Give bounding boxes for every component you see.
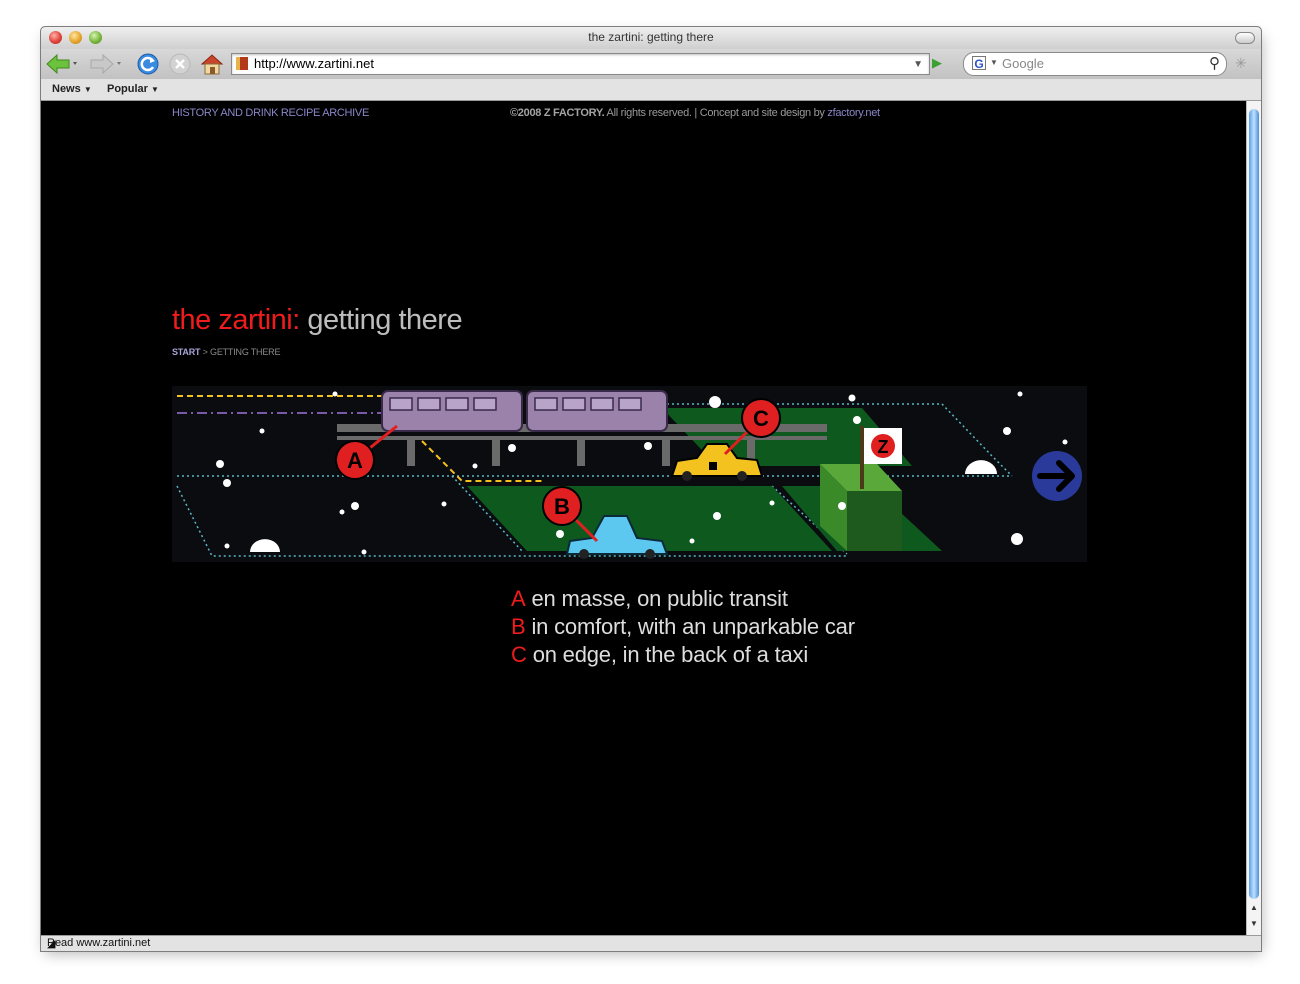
legend: Aen masse, on public transit Bin comfort… [511,585,855,669]
breadcrumb-current: GETTING THERE [210,347,281,357]
reload-icon [137,53,159,75]
legend-text-a[interactable]: en masse, on public transit [531,586,787,611]
transit-illustration: Z A B C [172,386,1087,562]
scroll-up-icon[interactable]: ▲ [1250,903,1258,912]
next-arrow-icon[interactable] [1032,451,1082,501]
legend-text-c[interactable]: on edge, in the back of a taxi [533,642,809,667]
url-text[interactable]: http://www.zartini.net [254,56,374,71]
bookmark-popular[interactable]: Popular ▼ [107,83,159,95]
zfactory-link[interactable]: zfactory.net [827,107,880,119]
bookmark-news[interactable]: News ▼ [52,83,92,95]
status-bar: Read www.zartini.net ◢ [41,935,1261,951]
reload-button[interactable] [136,52,160,76]
marker-a-label: A [347,448,363,473]
url-history-dropdown-icon[interactable]: ▼ [913,59,923,70]
site-favicon-icon [236,57,248,70]
breadcrumb: START > GETTING THERE [172,347,280,357]
legend-item-a: Aen masse, on public transit [511,585,855,613]
breadcrumb-separator: > [200,347,211,357]
legend-key-c: C [511,642,527,667]
stop-button[interactable] [168,52,192,76]
scrollbar-thumb[interactable] [1249,109,1259,899]
archive-link[interactable]: HISTORY AND DRINK RECIPE ARCHIVE [172,107,369,119]
copyright-brand: ©2008 Z FACTORY. [510,107,605,119]
home-icon [200,54,224,75]
marker-b-label: B [554,494,570,519]
scroll-down-icon[interactable]: ▼ [1250,919,1258,928]
search-magnifier-icon[interactable]: ⚲ [1209,54,1220,72]
home-button[interactable] [199,52,225,76]
back-arrow-icon [46,53,77,75]
legend-text-b[interactable]: in comfort, with an unparkable car [531,614,855,639]
search-input[interactable]: Google [1002,56,1044,71]
flag-pole [860,426,864,489]
z-logo-letter: Z [878,437,889,457]
copyright-text: ©2008 Z FACTORY. All rights reserved. | … [510,107,880,119]
bookmarks-bar: News ▼ Popular ▼ [41,79,1261,101]
activity-spinner-icon: ✳ [1235,55,1247,71]
legend-item-b: Bin comfort, with an unparkable car [511,613,855,641]
window-title: the zartini: getting there [588,30,714,44]
search-engine-dropdown-icon[interactable]: ▼ [990,58,998,67]
stop-icon [169,53,191,75]
forward-button[interactable] [87,52,123,76]
vertical-scrollbar[interactable]: ▲ ▼ [1246,101,1261,935]
page-content: HISTORY AND DRINK RECIPE ARCHIVE ©2008 Z… [41,101,1246,935]
browser-window: the zartini: getting there http://www.za… [40,26,1262,952]
navigation-toolbar: http://www.zartini.net ▼ ▶ G ▼ Google ⚲ … [41,49,1261,79]
legend-item-c: Con edge, in the back of a taxi [511,641,855,669]
google-icon[interactable]: G [972,56,986,71]
legend-key-b: B [511,614,526,639]
search-box[interactable]: G ▼ Google ⚲ [963,52,1227,76]
toolbar-toggle-button[interactable] [1235,32,1255,44]
back-button[interactable] [45,52,79,76]
page-title: the zartini: getting there [172,304,463,337]
address-bar[interactable]: http://www.zartini.net ▼ [231,53,930,75]
page-title-brand: the zartini: [172,304,300,336]
title-bar: the zartini: getting there [41,27,1261,49]
copyright-body: All rights reserved. | Concept and site … [604,107,828,119]
resize-grip-icon[interactable]: ◢ [47,937,1259,951]
breadcrumb-start-link[interactable]: START [172,347,201,357]
marker-c-label: C [753,406,769,431]
go-icon[interactable]: ▶ [932,55,942,71]
legend-key-a: A [511,586,526,611]
forward-arrow-icon [90,53,121,75]
page-title-sub: getting there [299,304,463,336]
